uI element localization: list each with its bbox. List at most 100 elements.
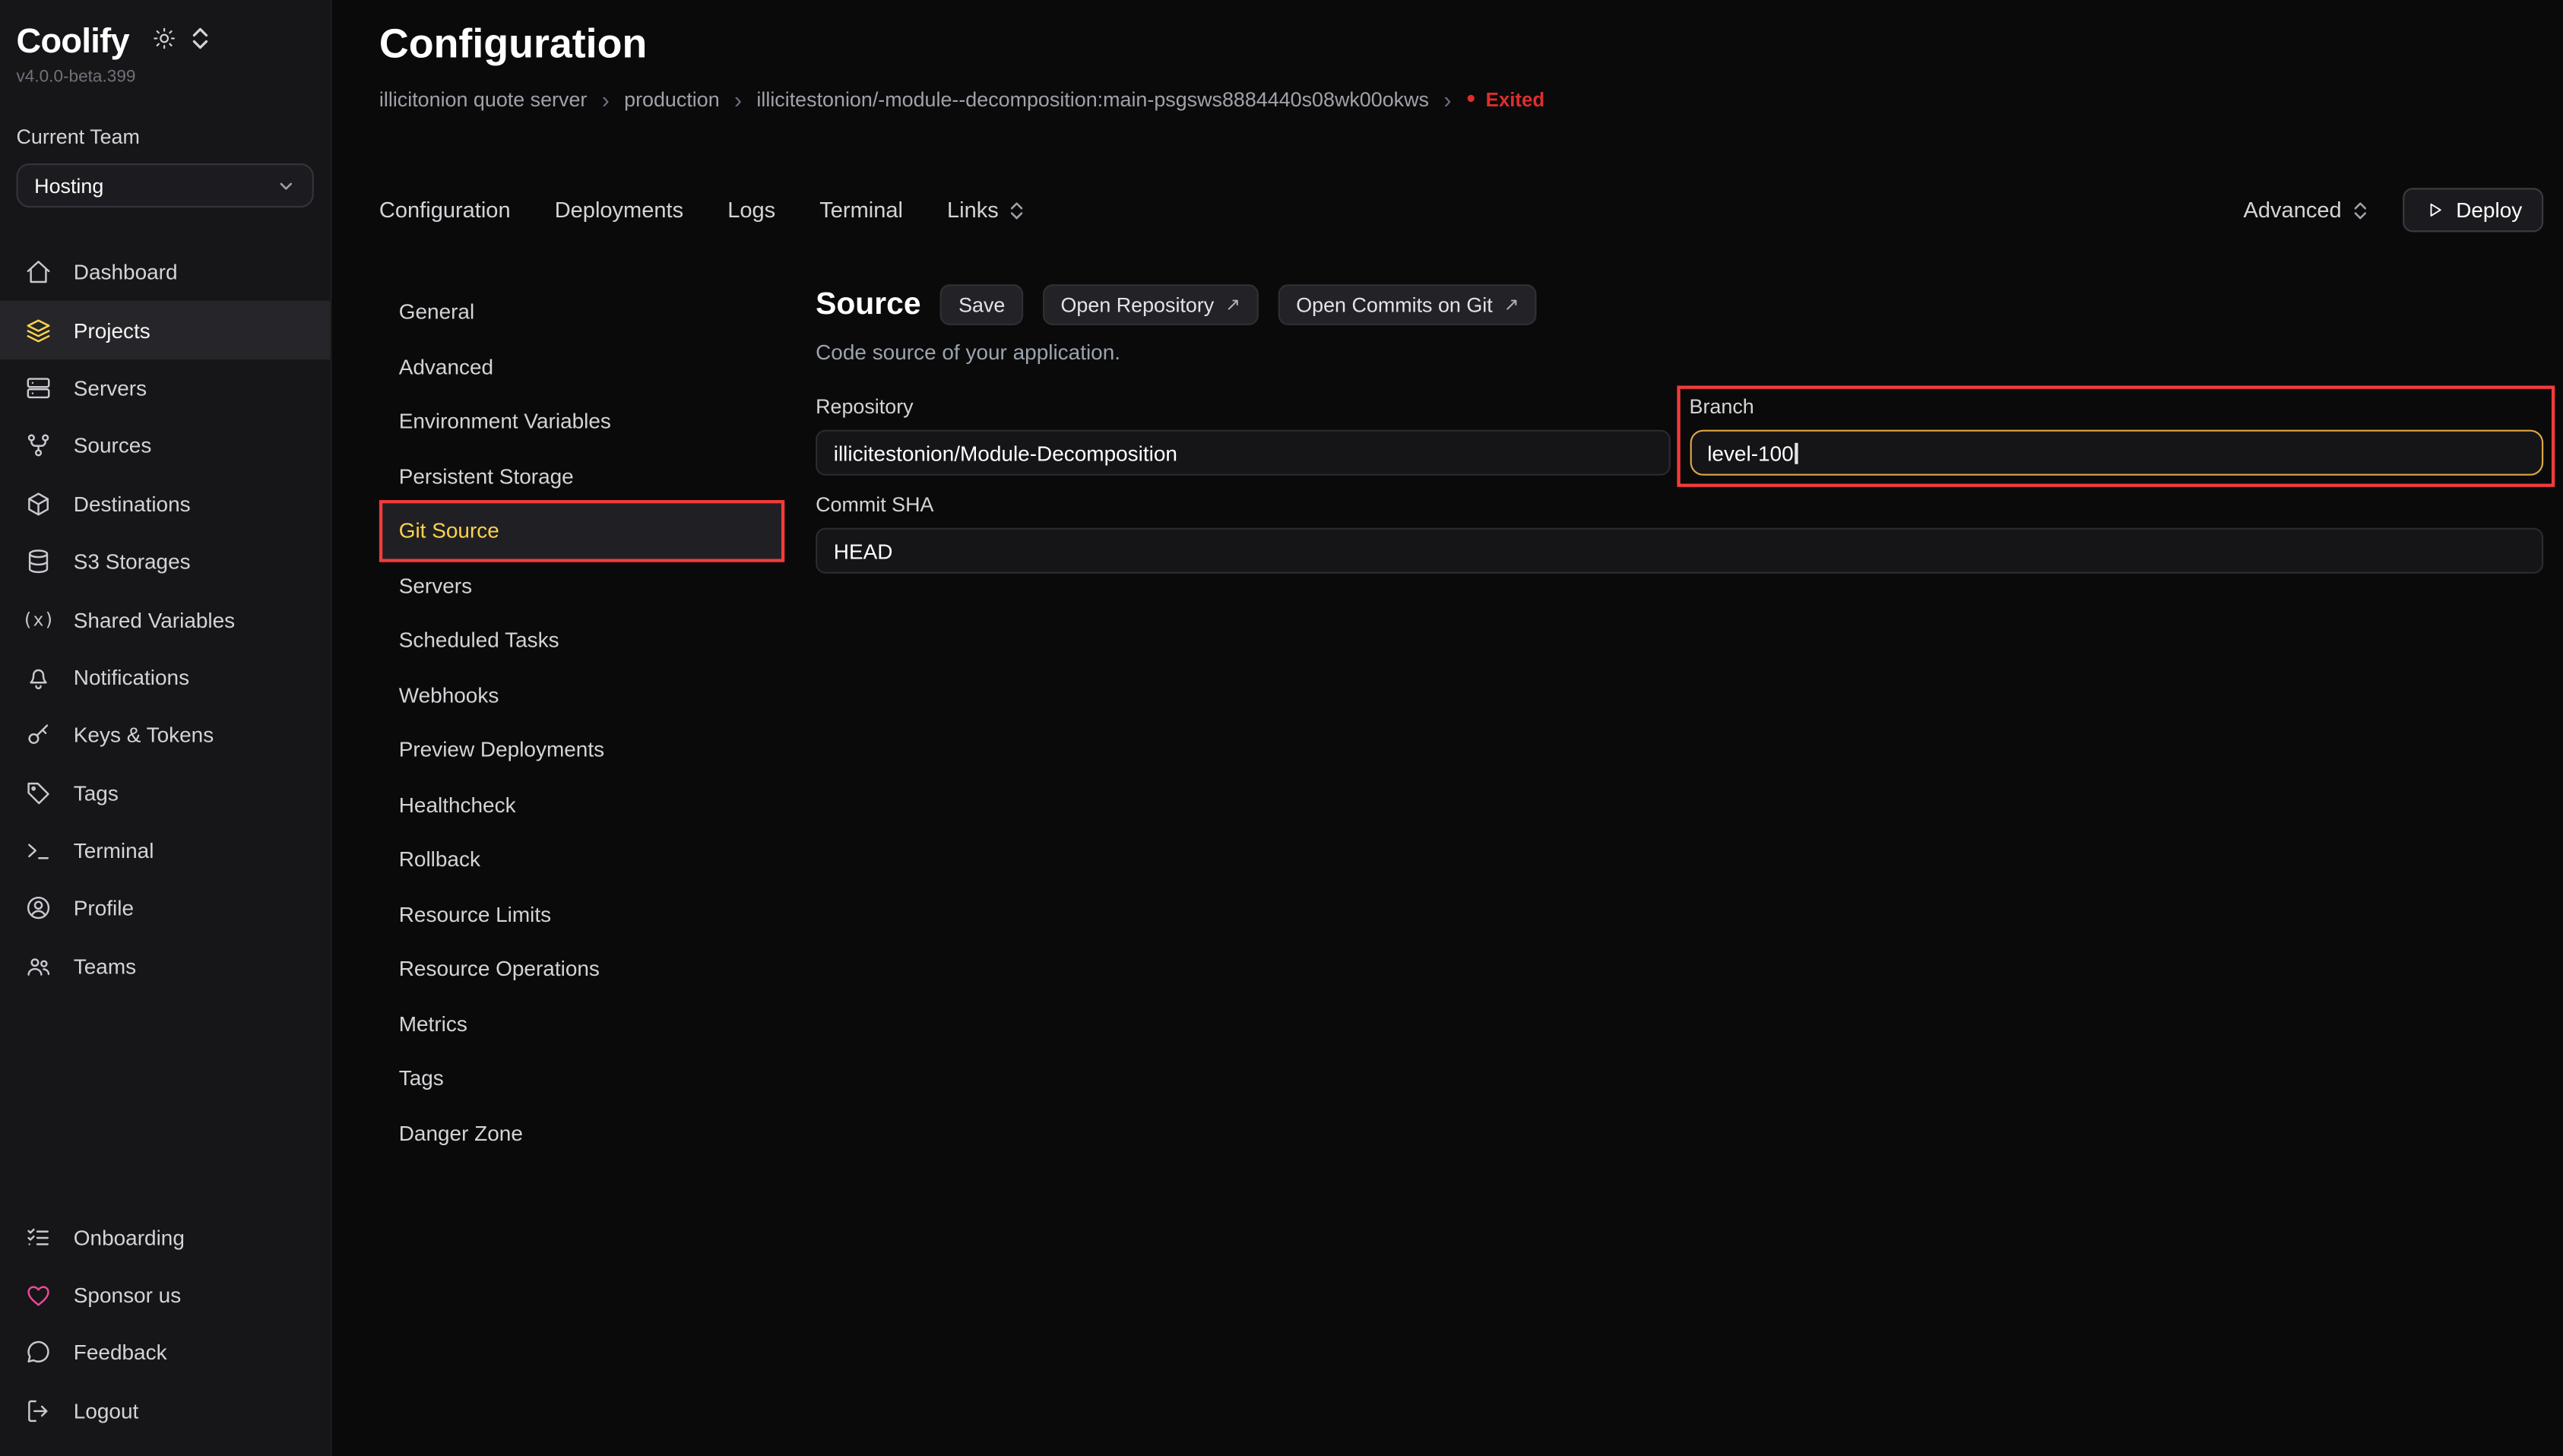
- tab-logs[interactable]: Logs: [727, 198, 775, 222]
- sidebar-item-label: Notifications: [74, 665, 189, 689]
- sidebar-item-label: Sponsor us: [74, 1283, 181, 1307]
- team-select[interactable]: Hosting: [17, 163, 314, 207]
- sidebar-item-teams[interactable]: Teams: [0, 938, 330, 995]
- package-icon: [24, 490, 52, 518]
- branch-label: Branch: [1690, 395, 2544, 418]
- tab-terminal[interactable]: Terminal: [819, 198, 903, 222]
- subnav-item-rollback[interactable]: Rollback: [379, 832, 784, 887]
- subnav-item-general[interactable]: General: [379, 284, 784, 339]
- tab-links[interactable]: Links: [947, 198, 1026, 222]
- sidebar-item-label: Keys & Tokens: [74, 723, 214, 747]
- home-icon: [24, 258, 52, 286]
- external-link-icon: ↗: [1504, 294, 1519, 315]
- sidebar-item-label: Logout: [74, 1398, 139, 1423]
- sidebar-item-servers[interactable]: Servers: [0, 359, 330, 417]
- branch-input[interactable]: level-100: [1690, 430, 2544, 476]
- tab-bar-right: Advanced Deploy: [2244, 188, 2544, 232]
- source-form: Repository Branch level-100 Commit SHA: [816, 395, 2543, 573]
- layers-icon: [24, 316, 52, 344]
- subnav-item-preview-deployments[interactable]: Preview Deployments: [379, 723, 784, 777]
- breadcrumb-project[interactable]: illicitonion quote server: [379, 88, 587, 111]
- sidebar-item-onboarding[interactable]: Onboarding: [0, 1208, 330, 1266]
- commit-sha-input[interactable]: [816, 528, 2543, 574]
- sidebar-item-sources[interactable]: Sources: [0, 417, 330, 475]
- tag-icon: [24, 779, 52, 807]
- subnav-item-danger-zone[interactable]: Danger Zone: [379, 1106, 784, 1160]
- sidebar-item-label: S3 Storages: [74, 549, 191, 574]
- source-header: Source Save Open Repository ↗ Open Commi…: [816, 284, 2543, 325]
- sidebar-item-shared-variables[interactable]: (x) Shared Variables: [0, 590, 330, 648]
- tab-deployments[interactable]: Deployments: [555, 198, 683, 222]
- deploy-button-label: Deploy: [2456, 198, 2522, 222]
- brand-logo: Coolify: [17, 23, 130, 62]
- git-fork-icon: [24, 432, 52, 461]
- sidebar-footer-nav: Onboarding Sponsor us Feedback Logout: [0, 1208, 330, 1439]
- open-repository-label: Open Repository: [1061, 293, 1215, 316]
- breadcrumb: illicitonion quote server › production ›…: [379, 87, 2543, 112]
- heart-icon: [24, 1281, 52, 1309]
- repository-input[interactable]: [816, 430, 1670, 476]
- subnav-item-servers[interactable]: Servers: [379, 558, 784, 612]
- sidebar-item-dashboard[interactable]: Dashboard: [0, 243, 330, 301]
- sidebar-item-profile[interactable]: Profile: [0, 880, 330, 938]
- sidebar-item-notifications[interactable]: Notifications: [0, 648, 330, 706]
- sidebar-item-sponsor[interactable]: Sponsor us: [0, 1266, 330, 1324]
- source-title: Source: [816, 286, 921, 322]
- chevron-right-icon: ›: [602, 87, 610, 112]
- subnav-item-persistent-storage[interactable]: Persistent Storage: [379, 448, 784, 503]
- terminal-icon: [24, 837, 52, 865]
- subnav-item-advanced[interactable]: Advanced: [379, 339, 784, 394]
- page-title: Configuration: [379, 20, 2543, 69]
- open-commits-label: Open Commits on Git: [1296, 293, 1492, 316]
- subnav-item-resource-operations[interactable]: Resource Operations: [379, 942, 784, 996]
- branch-field: Branch level-100: [1690, 395, 2544, 475]
- sidebar-item-destinations[interactable]: Destinations: [0, 475, 330, 533]
- open-commits-button[interactable]: Open Commits on Git ↗: [1278, 284, 1538, 325]
- sidebar-item-s3-storages[interactable]: S3 Storages: [0, 533, 330, 590]
- tab-configuration[interactable]: Configuration: [379, 198, 511, 222]
- subnav-item-webhooks[interactable]: Webhooks: [379, 667, 784, 722]
- chevron-up-down-icon: [2349, 200, 2369, 220]
- sidebar-item-keys-tokens[interactable]: Keys & Tokens: [0, 706, 330, 764]
- subnav-item-resource-limits[interactable]: Resource Limits: [379, 887, 784, 942]
- advanced-dropdown[interactable]: Advanced: [2244, 198, 2370, 222]
- subnav-item-tags[interactable]: Tags: [379, 1051, 784, 1106]
- sidebar-item-label: Destinations: [74, 492, 191, 516]
- breadcrumb-environment[interactable]: production: [624, 88, 720, 111]
- user-circle-icon: [24, 894, 52, 923]
- key-icon: [24, 721, 52, 749]
- brand-icons: [152, 26, 213, 59]
- subnav-item-metrics[interactable]: Metrics: [379, 996, 784, 1051]
- server-icon: [24, 374, 52, 402]
- text-cursor: [1795, 442, 1798, 464]
- tab-bar: Configuration Deployments Logs Terminal …: [379, 188, 2543, 232]
- sidebar-item-logout[interactable]: Logout: [0, 1382, 330, 1439]
- status-dot-icon: ●: [1466, 91, 1476, 108]
- chevron-right-icon: ›: [1443, 87, 1451, 112]
- sidebar-item-feedback[interactable]: Feedback: [0, 1324, 330, 1382]
- chevron-right-icon: ›: [734, 87, 742, 112]
- list-checks-icon: [24, 1223, 52, 1252]
- commit-sha-label: Commit SHA: [816, 493, 2543, 516]
- deploy-button[interactable]: Deploy: [2402, 188, 2543, 232]
- open-repository-button[interactable]: Open Repository ↗: [1043, 284, 1259, 325]
- subnav-item-git-source[interactable]: Git Source: [379, 503, 784, 558]
- repository-label: Repository: [816, 395, 1670, 418]
- chevron-up-down-icon[interactable]: [188, 26, 212, 59]
- status-badge: ● Exited: [1466, 88, 1544, 111]
- save-button[interactable]: Save: [940, 284, 1023, 325]
- save-button-label: Save: [958, 293, 1005, 316]
- theme-toggle-sun-icon[interactable]: [152, 26, 176, 59]
- source-panel: Source Save Open Repository ↗ Open Commi…: [784, 284, 2543, 574]
- sidebar-item-projects[interactable]: Projects: [0, 302, 330, 359]
- sidebar-item-label: Tags: [74, 780, 119, 805]
- branch-input-value: level-100: [1707, 441, 1793, 465]
- sidebar-item-tags[interactable]: Tags: [0, 764, 330, 821]
- subnav-item-environment-variables[interactable]: Environment Variables: [379, 394, 784, 448]
- sidebar-item-label: Sources: [74, 434, 152, 458]
- subnav-item-scheduled-tasks[interactable]: Scheduled Tasks: [379, 612, 784, 667]
- sidebar-item-terminal[interactable]: Terminal: [0, 821, 330, 879]
- breadcrumb-application[interactable]: illicitestonion/-module--decomposition:m…: [756, 88, 1429, 111]
- subnav-item-healthcheck[interactable]: Healthcheck: [379, 777, 784, 832]
- brand-row: Coolify: [0, 23, 330, 62]
